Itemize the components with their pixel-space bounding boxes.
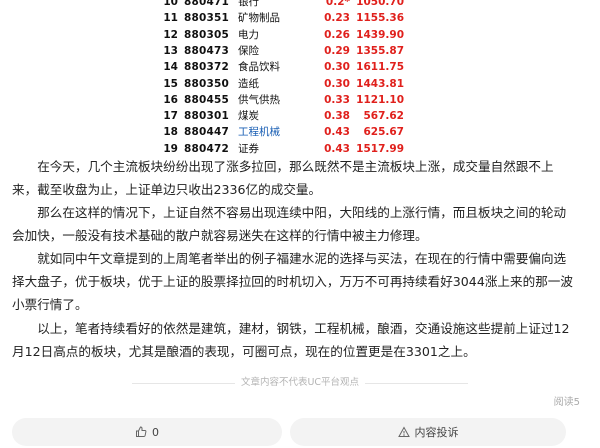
- sector-code: 880473: [184, 44, 230, 57]
- sector-rank: 16: [163, 93, 178, 106]
- sector-name: 供气供热: [238, 93, 280, 106]
- sector-change-pct: 0.33: [324, 93, 350, 106]
- sector-rank: 14: [163, 61, 178, 74]
- sector-row: 18 880447 工程机械 0.43 625.67: [158, 124, 408, 140]
- sector-rank: 17: [163, 110, 178, 123]
- sector-change-pct: 0.38: [324, 110, 350, 123]
- sector-row: 12 880305 电力 0.26 1439.90: [158, 27, 408, 43]
- article-paragraph-1: 在今天，几个主流板块纷纷出现了涨多拉回，那么既然不是主流板块上涨，成交量自然跟不…: [12, 159, 554, 198]
- report-label: 内容投诉: [414, 426, 459, 439]
- sector-code: 880455: [184, 93, 230, 106]
- article-paragraph-3: 就如同中午文章提到的上周笔者举出的例子福建水泥的选择与买法，在现在的行情中需要偏…: [12, 251, 573, 313]
- like-button[interactable]: 0: [12, 418, 282, 446]
- sector-row: 11 880351 矿物制品 0.23 1155.36: [158, 10, 408, 26]
- sector-rank: 13: [163, 44, 178, 57]
- platform-disclaimer: 文章内容不代表UC平台观点: [12, 376, 588, 390]
- sector-row: 10 880471 银行 0.2* 1050.70: [158, 0, 408, 10]
- read-count: 阅读5: [553, 397, 580, 408]
- sector-change-pct: 0.26: [324, 28, 350, 41]
- sector-index-value: 1439.90: [356, 28, 404, 41]
- sector-change-pct: 0.43: [324, 126, 350, 139]
- sector-row: 16 880455 供气供热 0.33 1121.10: [158, 92, 408, 108]
- article-paragraph-4: 以上，笔者持续看好的依然是建筑，建材，钢铁，工程机械，酿酒，交通设施这些提前上证…: [12, 321, 570, 360]
- sector-row: 13 880473 保险 0.29 1355.87: [158, 43, 408, 59]
- sector-index-value: 1355.87: [356, 44, 404, 57]
- sector-name: 造纸: [238, 77, 259, 90]
- sector-code: 880351: [184, 12, 230, 25]
- sector-name: 电力: [238, 28, 259, 41]
- sector-code: 880471: [184, 0, 230, 8]
- sector-code: 880372: [184, 61, 230, 74]
- sector-name: 保险: [238, 44, 259, 57]
- like-count: 0: [152, 425, 159, 439]
- sector-change-pct: 0.30: [324, 77, 350, 90]
- sector-rank: 18: [163, 126, 178, 139]
- sector-row: 14 880372 食品饮料 0.30 1611.75: [158, 59, 408, 75]
- report-content-button[interactable]: 内容投诉: [290, 418, 566, 446]
- sector-index-value: 567.62: [363, 110, 404, 123]
- warning-icon: [397, 426, 410, 437]
- sector-change-pct: 0.29: [324, 44, 350, 57]
- sector-rank: 12: [163, 28, 178, 41]
- sector-change-pct: 0.2*: [325, 0, 350, 8]
- sector-change-pct: 0.23: [324, 12, 350, 25]
- sector-code: 880350: [184, 77, 230, 90]
- sector-rank: 10: [163, 0, 178, 8]
- sector-index-value: 1443.81: [356, 77, 404, 90]
- sector-index-value: 625.67: [363, 126, 404, 139]
- sector-index-value: 1121.10: [356, 93, 404, 106]
- sector-row: 15 880350 造纸 0.30 1443.81: [158, 76, 408, 92]
- sector-code: 880305: [184, 28, 230, 41]
- sector-name: 银行: [238, 0, 259, 8]
- sector-name: 矿物制品: [238, 12, 280, 25]
- sector-ranking-screenshot: 10 880471 银行 0.2* 1050.70 11 880351 矿物制品 0.23 115…: [158, 0, 408, 158]
- sector-name-link[interactable]: 工程机械: [238, 124, 280, 140]
- disclaimer-divider: 文章内容不代表UC平台观点: [12, 376, 588, 390]
- sector-change-pct: 0.30: [324, 61, 350, 74]
- sector-code: 880301: [184, 110, 230, 123]
- sector-index-value: 1611.75: [356, 61, 404, 74]
- sector-code: 880447: [184, 126, 230, 139]
- sector-index-value: 1050.70: [356, 0, 404, 8]
- sector-name: 食品饮料: [238, 61, 280, 74]
- article-paragraph-2: 那么在这样的情况下，上证自然不容易出现连续中阳，大阳线的上涨行情，而且板块之间的…: [12, 205, 567, 244]
- sector-index-value: 1155.36: [356, 12, 404, 25]
- sector-name: 煤炭: [238, 110, 259, 123]
- thumbs-up-icon: [136, 426, 147, 437]
- sector-rank: 11: [163, 12, 178, 25]
- sector-row: 17 880301 煤炭 0.38 567.62: [158, 108, 408, 124]
- sector-rank: 15: [163, 77, 178, 90]
